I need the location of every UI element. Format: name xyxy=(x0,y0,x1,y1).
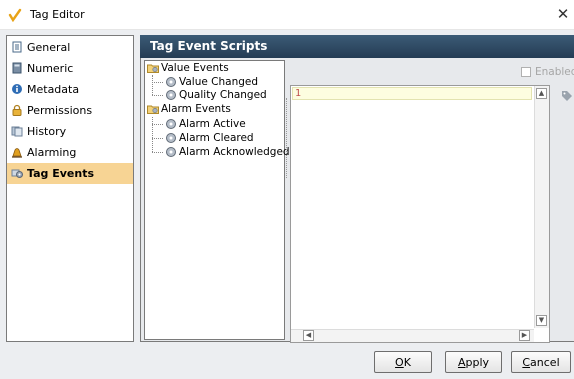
nav-item-tag-events[interactable]: Tag Events xyxy=(7,163,133,184)
horizontal-scrollbar[interactable]: ◀ ▶ xyxy=(291,329,534,342)
apply-button[interactable]: Apply xyxy=(445,351,502,373)
window-title: Tag Editor xyxy=(30,8,85,21)
gear-icon xyxy=(166,147,176,157)
title-bar: Tag Editor ✕ xyxy=(0,0,574,30)
ok-mnemonic: O xyxy=(395,355,404,369)
tag-event-scripts-panel: Tag Event Scripts Value Events Value Cha… xyxy=(140,35,574,343)
nav-item-general[interactable]: General xyxy=(7,37,133,58)
lock-icon xyxy=(12,104,22,116)
folder-icon xyxy=(147,105,159,114)
nav-label: General xyxy=(27,41,71,54)
tree-connector xyxy=(152,152,163,153)
scroll-left-icon[interactable]: ◀ xyxy=(303,330,314,341)
ok-label-rest: K xyxy=(403,355,411,369)
nav-item-metadata[interactable]: Metadata xyxy=(7,79,133,100)
document-icon xyxy=(12,41,22,53)
info-icon xyxy=(12,84,22,94)
apply-mnemonic: A xyxy=(457,355,466,369)
vertical-scrollbar[interactable]: ▲ ▼ xyxy=(534,86,549,328)
scripts-body: Value Events Value Changed Quality Chang… xyxy=(140,58,574,343)
numeric-icon xyxy=(12,62,22,74)
section-title: Tag Event Scripts xyxy=(150,39,268,53)
gear-icon xyxy=(166,119,176,129)
category-nav: General Numeric Metadata Permissions His… xyxy=(6,35,134,342)
scroll-up-icon[interactable]: ▲ xyxy=(536,88,547,99)
event-tree: Value Events Value Changed Quality Chang… xyxy=(144,60,290,340)
tree-connector xyxy=(152,138,163,139)
history-icon xyxy=(11,126,23,137)
apply-label-rest: pply xyxy=(465,355,490,369)
tag-editor-app-icon xyxy=(8,8,22,22)
tag-events-icon xyxy=(11,169,23,178)
ok-button[interactable]: OK xyxy=(374,351,432,373)
tree-item-label: Alarm Acknowledged xyxy=(179,146,290,158)
bell-icon xyxy=(12,148,22,158)
tree-connector xyxy=(152,82,163,83)
script-editor[interactable]: 1 ▲ ▼ ◀ ▶ xyxy=(290,85,550,343)
gear-icon xyxy=(166,133,176,143)
nav-label: Metadata xyxy=(27,83,80,96)
tree-group-label: Value Events xyxy=(161,62,229,74)
nav-label: History xyxy=(27,125,67,138)
nav-label: Numeric xyxy=(27,62,74,75)
tree-item-label: Alarm Cleared xyxy=(179,132,254,144)
scroll-down-icon[interactable]: ▼ xyxy=(536,315,547,326)
tree-connector xyxy=(152,75,153,95)
nav-item-history[interactable]: History xyxy=(7,121,133,142)
nav-item-alarming[interactable]: Alarming xyxy=(7,142,133,163)
nav-label: Permissions xyxy=(27,104,93,117)
scroll-right-icon[interactable]: ▶ xyxy=(519,330,530,341)
cancel-mnemonic: C xyxy=(522,355,531,369)
tree-connector xyxy=(152,95,163,96)
line-number: 1 xyxy=(295,88,302,99)
tree-item-label: Quality Changed xyxy=(179,89,267,101)
nav-label: Tag Events xyxy=(27,167,94,180)
enabled-label: Enabled xyxy=(535,66,574,78)
tag-icon[interactable] xyxy=(561,90,573,102)
nav-item-numeric[interactable]: Numeric xyxy=(7,58,133,79)
cancel-label-rest: ancel xyxy=(530,355,560,369)
gear-icon xyxy=(166,90,176,100)
folder-icon xyxy=(147,64,159,73)
nav-item-permissions[interactable]: Permissions xyxy=(7,100,133,121)
enabled-checkbox[interactable] xyxy=(521,67,531,77)
nav-label: Alarming xyxy=(27,146,77,159)
current-line-highlight xyxy=(292,87,532,100)
tree-item-label: Value Changed xyxy=(179,76,259,88)
close-icon[interactable]: ✕ xyxy=(556,5,570,23)
section-header: Tag Event Scripts xyxy=(140,35,574,58)
gear-icon xyxy=(166,77,176,87)
cancel-button[interactable]: Cancel xyxy=(511,351,571,373)
tree-connector xyxy=(152,117,153,152)
tree-item-label: Alarm Active xyxy=(179,118,246,130)
tree-connector xyxy=(152,124,163,125)
tree-group-label: Alarm Events xyxy=(161,103,231,115)
